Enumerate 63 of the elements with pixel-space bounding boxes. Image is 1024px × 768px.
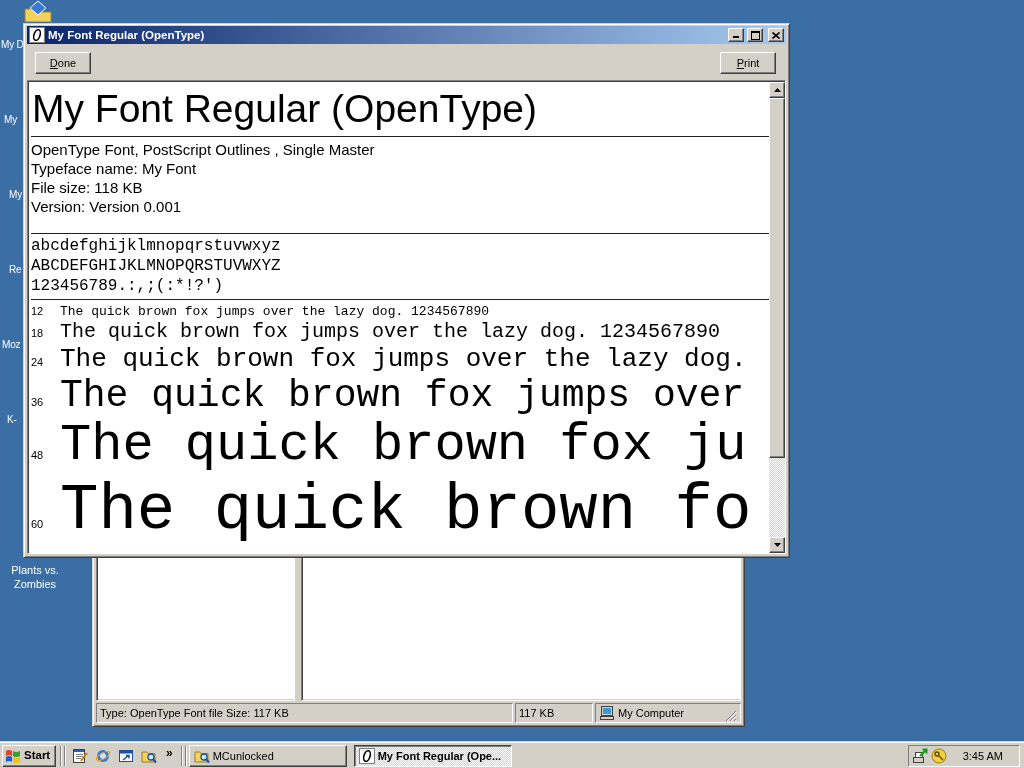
scrollbar-thumb[interactable]: [769, 98, 785, 458]
desktop-icon-label[interactable]: Re: [9, 263, 22, 277]
minimize-icon: [733, 36, 739, 38]
window-icon[interactable]: [118, 748, 134, 764]
font-info-line: File size: 118 KB: [31, 178, 144, 197]
desktop-icon-label[interactable]: My D: [1, 38, 24, 52]
maximize-button[interactable]: [747, 28, 763, 42]
folder-icon[interactable]: [24, 0, 52, 22]
sample-text: The quick brown fox jumps over the lazy dog. 1234567890: [60, 303, 490, 320]
start-button[interactable]: Start: [2, 745, 56, 767]
sample-text: The quick brown fox jumps over: [60, 374, 745, 417]
desktop-icon-label[interactable]: My: [9, 188, 22, 202]
scroll-down-button[interactable]: [769, 537, 785, 553]
taskbar-task-button[interactable]: My Font Regular (Ope...: [353, 745, 512, 767]
point-size-label: 36: [31, 396, 45, 409]
desktop-icon-label[interactable]: Moz: [2, 338, 21, 352]
font-file-icon: [358, 748, 375, 764]
key-icon[interactable]: [931, 748, 947, 764]
point-size-label: 60: [31, 518, 45, 531]
point-size-label: 18: [31, 327, 45, 340]
point-size-label: 24: [31, 356, 45, 369]
folder-search-icon[interactable]: [141, 748, 157, 764]
globe-icon[interactable]: [95, 748, 111, 764]
character-set-line: abcdefghijklmnopqrstuvwxyz: [31, 236, 282, 256]
desktop-icon-label[interactable]: Plants vs. Zombies: [8, 563, 62, 591]
font-file-icon: [29, 27, 45, 43]
print-button[interactable]: Print: [720, 52, 776, 74]
font-info-line: OpenType Font, PostScript Outlines , Single Master: [31, 140, 376, 159]
point-size-label: 48: [31, 449, 45, 462]
font-info-line: Typeface name: My Font: [31, 159, 198, 178]
maximize-icon: [750, 30, 760, 40]
up-arrow-icon: [773, 88, 781, 92]
sample-text: The quick brown fox jumps over the lazy dog. 1234567890: [60, 320, 721, 344]
computer-icon: [599, 705, 615, 721]
character-set-line: 123456789.:,;(:*!?'): [31, 276, 225, 296]
status-text: My Computer: [618, 706, 685, 721]
network-icon[interactable]: [912, 748, 928, 764]
status-text: Type: OpenType Font file Size: 117 KB: [96, 703, 513, 723]
desktop-icon-label[interactable]: My: [4, 113, 17, 127]
font-name-heading: My Font Regular (OpenType): [31, 86, 539, 132]
down-arrow-icon: [773, 543, 781, 547]
resize-grip-icon[interactable]: [725, 710, 737, 722]
close-icon: [772, 31, 780, 39]
scroll-up-button[interactable]: [769, 82, 785, 98]
desktop-icon-label[interactable]: K-: [7, 413, 17, 427]
font-info-line: Version: Version 0.001: [31, 197, 183, 216]
windows-flag-icon: [5, 748, 21, 764]
scrollbar[interactable]: [769, 82, 785, 553]
status-text: 117 KB: [515, 703, 593, 723]
character-set-line: ABCDEFGHIJKLMNOPQRSTUVWXYZ: [31, 256, 282, 276]
sample-text: The quick brown fo: [60, 475, 752, 547]
point-size-label: 12: [31, 305, 45, 318]
done-button[interactable]: Done: [35, 52, 91, 74]
taskbar-task-button[interactable]: MCunlocked: [188, 745, 347, 767]
sample-text: The quick brown fox jumps over the lazy dog.: [60, 344, 747, 374]
close-button[interactable]: [768, 28, 784, 42]
minimize-button[interactable]: [728, 28, 744, 42]
window-title: My Font Regular (OpenType): [48, 28, 206, 43]
notepad-icon[interactable]: [72, 748, 88, 764]
sample-text: The quick brown fox ju: [60, 417, 747, 475]
folder-search-icon: [193, 748, 210, 764]
quick-launch-more-button[interactable]: »: [162, 746, 177, 760]
clock-time[interactable]: 3:45 AM: [962, 747, 1016, 765]
